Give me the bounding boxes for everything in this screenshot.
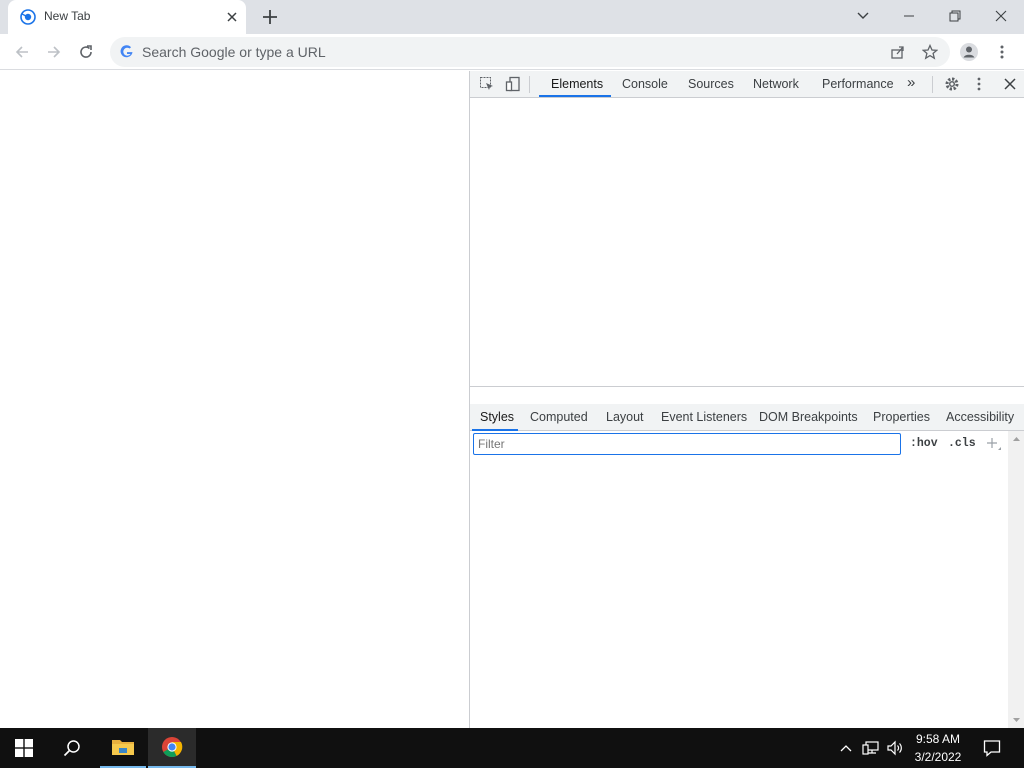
kebab-menu-icon[interactable]	[976, 76, 982, 92]
address-bar[interactable]: Search Google or type a URL	[110, 37, 950, 67]
network-icon[interactable]	[860, 728, 882, 768]
chrome-newtab-icon	[20, 9, 36, 25]
panel-split-divider[interactable]	[470, 386, 1024, 387]
windows-start-icon[interactable]	[0, 728, 48, 768]
device-toolbar-icon[interactable]	[505, 76, 521, 92]
google-icon	[120, 45, 134, 59]
restore-icon[interactable]	[932, 0, 978, 32]
active-tab-indicator	[539, 95, 611, 97]
star-icon[interactable]	[918, 40, 942, 64]
profile-icon[interactable]	[957, 40, 981, 64]
share-icon[interactable]	[886, 40, 910, 64]
devtools-panel: Elements Console Sources Network Perform…	[469, 71, 1024, 728]
tab-performance[interactable]: Performance	[822, 77, 894, 91]
tab-dom-breakpoints[interactable]: DOM Breakpoints	[759, 410, 858, 424]
chrome-icon[interactable]	[148, 728, 196, 768]
cls-toggle-button[interactable]: .cls	[948, 437, 976, 450]
forward-arrow-icon[interactable]	[42, 40, 66, 64]
back-arrow-icon[interactable]	[10, 40, 34, 64]
tab-styles[interactable]: Styles	[480, 410, 514, 424]
notification-icon[interactable]	[978, 728, 1006, 768]
devtools-tabbar: Elements Console Sources Network Perform…	[470, 71, 1024, 98]
elements-tree[interactable]	[470, 99, 1024, 386]
hov-toggle-button[interactable]: :hov	[910, 437, 938, 450]
tab-properties[interactable]: Properties	[873, 410, 930, 424]
chevron-up-icon[interactable]	[836, 728, 856, 768]
page-viewport[interactable]	[0, 71, 469, 728]
plus-icon[interactable]	[260, 7, 280, 27]
styles-pane	[470, 459, 1008, 728]
address-bar-placeholder: Search Google or type a URL	[142, 44, 326, 60]
close-devtools-icon[interactable]	[1003, 77, 1017, 91]
tab-accessibility[interactable]: Accessibility	[946, 410, 1014, 424]
styles-filter-input[interactable]	[473, 433, 901, 455]
inspect-element-icon[interactable]	[479, 76, 495, 92]
chevron-down-icon[interactable]	[840, 0, 886, 32]
tab-computed[interactable]: Computed	[530, 410, 588, 424]
tab-elements[interactable]: Elements	[551, 77, 603, 91]
kebab-menu-icon[interactable]	[990, 40, 1014, 64]
close-icon[interactable]	[224, 9, 240, 25]
scrollbar[interactable]	[1008, 431, 1024, 728]
gear-icon[interactable]	[944, 76, 960, 92]
tab-event-listeners[interactable]: Event Listeners	[661, 410, 747, 424]
reload-icon[interactable]	[74, 40, 98, 64]
divider	[529, 76, 530, 93]
more-tabs-button[interactable]: »	[907, 74, 915, 91]
taskbar-clock-time[interactable]: 9:58 AM	[900, 732, 976, 746]
browser-toolbar: Search Google or type a URL	[0, 34, 1024, 70]
new-style-rule-icon[interactable]	[984, 433, 1002, 453]
tab-sources[interactable]: Sources	[688, 77, 734, 91]
file-explorer-icon[interactable]	[100, 728, 146, 768]
divider	[932, 76, 933, 93]
title-bar: New Tab	[0, 0, 1024, 34]
tab-console[interactable]: Console	[622, 77, 668, 91]
close-icon[interactable]	[978, 0, 1024, 32]
styles-tabbar: Styles Computed Layout Event Listeners D…	[470, 404, 1024, 431]
minimize-icon[interactable]	[886, 0, 932, 32]
browser-tab[interactable]: New Tab	[8, 0, 246, 34]
tab-layout[interactable]: Layout	[606, 410, 644, 424]
taskbar: 9:58 AM 3/2/2022	[0, 728, 1024, 768]
tab-title: New Tab	[44, 9, 91, 23]
tab-network[interactable]: Network	[753, 77, 799, 91]
search-icon[interactable]	[48, 728, 96, 768]
taskbar-clock-date[interactable]: 3/2/2022	[900, 750, 976, 764]
active-tab-indicator	[472, 429, 518, 431]
